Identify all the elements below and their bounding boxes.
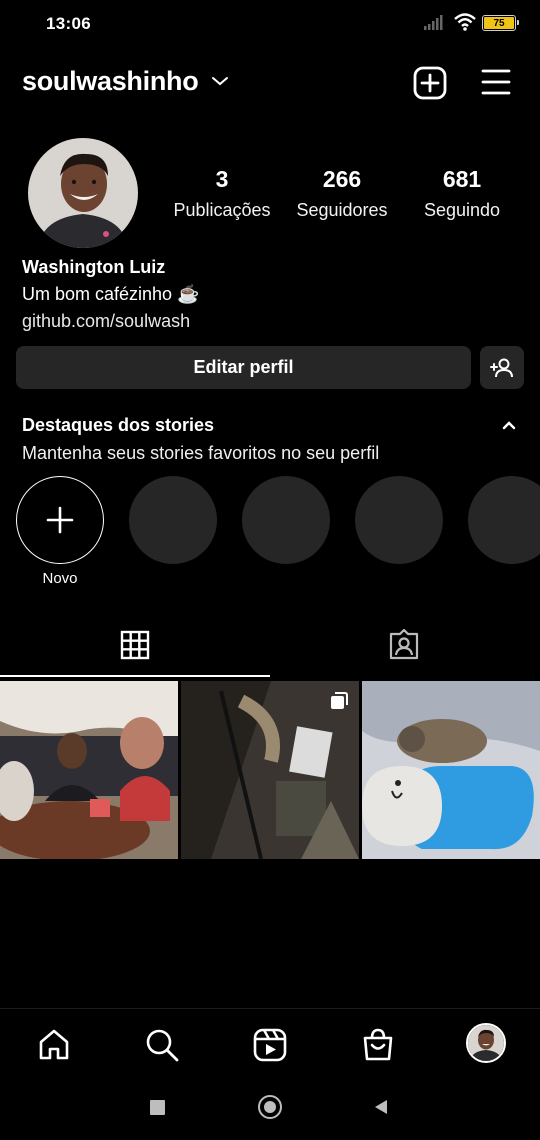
- highlight-placeholder: [242, 476, 330, 564]
- post-thumbnail[interactable]: [362, 681, 540, 859]
- edit-profile-button[interactable]: Editar perfil: [16, 346, 471, 389]
- tagged-icon[interactable]: [388, 628, 420, 660]
- grid-icon[interactable]: [120, 630, 150, 660]
- post-thumbnail[interactable]: [181, 681, 359, 859]
- menu-icon[interactable]: [481, 68, 511, 96]
- username-switcher[interactable]: soulwashinho: [22, 66, 199, 97]
- post-thumbnail[interactable]: [0, 681, 178, 859]
- highlights-subtitle: Mantenha seus stories favoritos no seu p…: [22, 443, 380, 463]
- back-button[interactable]: [372, 1098, 390, 1116]
- add-post-icon[interactable]: [413, 66, 447, 100]
- status-bar: 13:06 75: [0, 0, 540, 46]
- bio-link[interactable]: github.com/soulwash: [22, 308, 199, 335]
- stat-following[interactable]: 681 Seguindo: [406, 166, 518, 221]
- battery-level: 75: [493, 17, 505, 29]
- system-navigation: [0, 1078, 540, 1140]
- stat-following-value: 681: [442, 166, 482, 192]
- new-highlight-label: Novo: [42, 570, 78, 587]
- recents-button[interactable]: [150, 1100, 165, 1115]
- search-icon[interactable]: [144, 1027, 180, 1063]
- profile-avatar-tab[interactable]: [466, 1023, 506, 1063]
- highlight-placeholder: [129, 476, 217, 564]
- bio-text: Um bom cafézinho ☕: [22, 284, 200, 304]
- reels-icon[interactable]: [252, 1027, 288, 1063]
- profile-header: soulwashinho: [0, 60, 540, 106]
- highlight-placeholder: [468, 476, 540, 564]
- wifi-icon: [454, 13, 476, 31]
- home-icon[interactable]: [36, 1027, 72, 1063]
- add-person-icon: [490, 358, 513, 377]
- profile-bio: Washington Luiz Um bom cafézinho ☕ githu…: [22, 254, 199, 335]
- posts-grid: [0, 681, 540, 859]
- profile-tabs: [0, 620, 540, 678]
- new-highlight-button[interactable]: [16, 476, 104, 564]
- chevron-down-icon[interactable]: [210, 74, 230, 88]
- stat-followers[interactable]: 266 Seguidores: [286, 166, 398, 221]
- signal-icon: [424, 15, 443, 30]
- profile-name: Washington Luiz: [22, 257, 166, 277]
- battery-icon: 75: [482, 15, 519, 31]
- chevron-up-icon[interactable]: [500, 418, 518, 432]
- discover-people-button[interactable]: [480, 346, 524, 389]
- stat-following-label: Seguindo: [423, 200, 501, 220]
- stat-posts-label: Publicações: [173, 200, 271, 220]
- highlights-title: Destaques dos stories: [22, 415, 215, 435]
- multiple-photos-icon: [331, 692, 348, 709]
- stat-posts[interactable]: 3 Publicações: [166, 166, 278, 221]
- active-tab-indicator: [0, 675, 270, 677]
- shop-icon[interactable]: [360, 1027, 396, 1063]
- stat-followers-label: Seguidores: [296, 200, 388, 220]
- stat-posts-value: 3: [215, 166, 229, 192]
- profile-avatar[interactable]: [28, 138, 138, 248]
- stat-followers-value: 266: [322, 166, 362, 192]
- home-button[interactable]: [258, 1095, 282, 1119]
- bottom-navigation: [0, 1008, 540, 1078]
- highlight-placeholder: [355, 476, 443, 564]
- status-time: 13:06: [46, 14, 91, 33]
- plus-icon: [46, 506, 74, 534]
